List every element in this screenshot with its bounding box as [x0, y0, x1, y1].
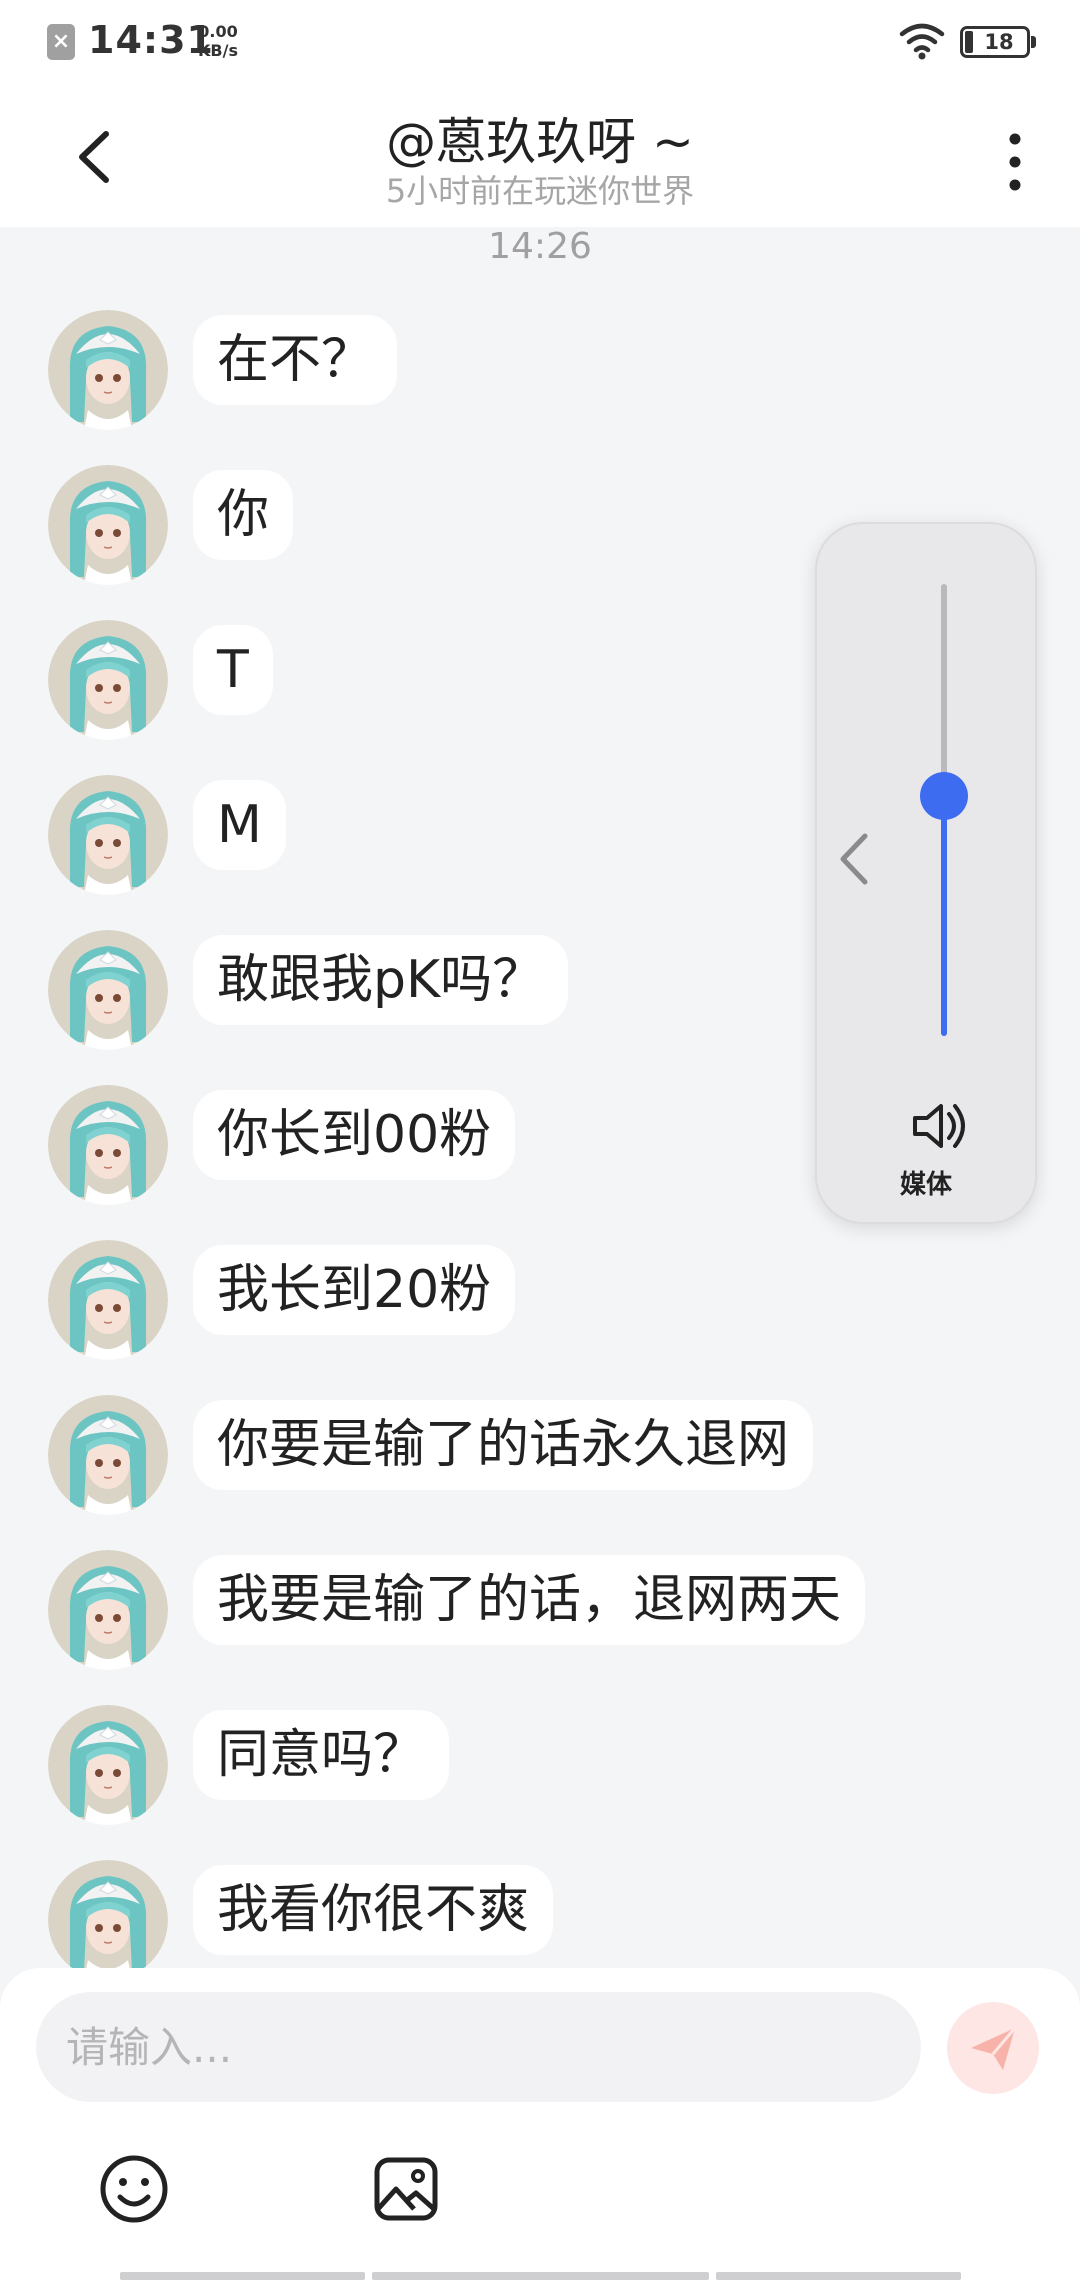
nav-bar-segment — [120, 2272, 365, 2280]
contact-status: 5小时前在玩迷你世界 — [385, 172, 695, 210]
chevron-left-icon[interactable] — [829, 824, 879, 894]
avatar[interactable] — [48, 1395, 168, 1515]
send-button[interactable] — [947, 2002, 1039, 2094]
message-row: 同意吗？ — [0, 1705, 1080, 1835]
contact-name: @蒽玖玖呀 ~ — [386, 113, 694, 171]
nav-bar-segment — [372, 2272, 709, 2280]
emoji-icon[interactable] — [98, 2153, 170, 2225]
volume-slider-handle[interactable] — [920, 772, 968, 820]
volume-panel: 媒体 — [815, 522, 1037, 1224]
volume-stream-label: 媒体 — [899, 1170, 952, 1200]
message-bubble[interactable]: 我看你很不爽 — [193, 1865, 554, 1955]
battery-cap — [1031, 36, 1036, 48]
message-bubble[interactable]: 你长到00粉 — [193, 1090, 516, 1180]
notification-blocked-icon: × — [47, 24, 75, 60]
network-speed-value: 0.00 — [198, 22, 238, 41]
status-bar: × 14:31 0.00 KB/s 18 — [0, 0, 1080, 82]
send-icon — [971, 2027, 1017, 2070]
back-arrow-icon[interactable] — [60, 122, 130, 192]
message-input[interactable] — [36, 1992, 921, 2102]
message-bubble[interactable]: 你要是输了的话永久退网 — [193, 1400, 814, 1490]
avatar[interactable] — [48, 1705, 168, 1825]
more-options-icon[interactable] — [995, 127, 1035, 197]
avatar[interactable] — [48, 310, 168, 430]
message-row: 我要是输了的话，退网两天 — [0, 1550, 1080, 1680]
network-speed: 0.00 KB/s — [198, 22, 238, 60]
wifi-icon — [899, 23, 945, 60]
chat-header: @蒽玖玖呀 ~ 5小时前在玩迷你世界 — [0, 82, 1080, 227]
avatar[interactable] — [48, 1240, 168, 1360]
volume-slider-fill — [941, 796, 947, 1036]
message-timestamp: 14:26 — [488, 226, 592, 267]
message-row: 你要是输了的话永久退网 — [0, 1395, 1080, 1525]
message-bubble[interactable]: 我长到20粉 — [193, 1245, 516, 1335]
network-speed-unit: KB/s — [198, 41, 238, 60]
battery-icon: 18 — [960, 26, 1030, 58]
nav-bar-segment — [716, 2272, 961, 2280]
avatar[interactable] — [48, 1085, 168, 1205]
message-bubble[interactable]: 在不？ — [193, 315, 398, 405]
image-icon[interactable] — [370, 2153, 442, 2225]
battery-level: 18 — [984, 30, 1014, 54]
avatar[interactable] — [48, 465, 168, 585]
avatar[interactable] — [48, 1550, 168, 1670]
avatar[interactable] — [48, 930, 168, 1050]
message-bubble[interactable]: M — [193, 780, 286, 870]
speaker-icon[interactable] — [907, 1096, 977, 1156]
message-row: 在不？ — [0, 310, 1080, 440]
message-bubble[interactable]: 我要是输了的话，退网两天 — [193, 1555, 866, 1645]
avatar[interactable] — [48, 620, 168, 740]
message-bubble[interactable]: 同意吗？ — [193, 1710, 450, 1800]
composer — [0, 1968, 1080, 2280]
message-bubble[interactable]: T — [193, 625, 273, 715]
avatar[interactable] — [48, 1860, 168, 1980]
message-row: 我长到20粉 — [0, 1240, 1080, 1370]
message-bubble[interactable]: 敢跟我pK吗？ — [193, 935, 569, 1025]
avatar[interactable] — [48, 775, 168, 895]
status-time: 14:31 — [88, 18, 214, 62]
message-bubble[interactable]: 你 — [193, 470, 294, 560]
